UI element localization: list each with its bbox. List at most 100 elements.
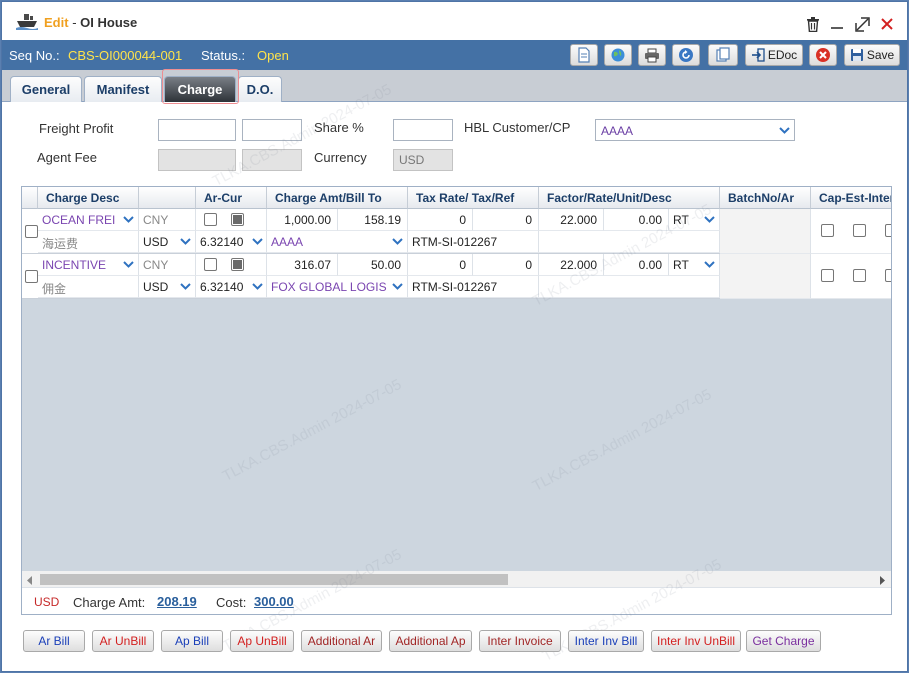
hbl-customer-select[interactable]: AAAA (595, 119, 795, 141)
ar-checked-checkbox[interactable] (231, 258, 244, 271)
ar-checkbox[interactable] (204, 258, 217, 271)
reference[interactable]: RTM-SI-012267 (408, 231, 539, 253)
description-cell[interactable] (539, 276, 720, 298)
currency-label: Currency (314, 150, 367, 165)
cost-label: Cost: (216, 595, 247, 610)
chevron-down-icon[interactable] (176, 233, 194, 249)
document-icon (578, 47, 590, 63)
bill-currency-select[interactable]: USD (139, 276, 196, 298)
cost-value[interactable]: 300.00 (254, 594, 294, 609)
reference[interactable]: RTM-SI-012267 (408, 276, 539, 298)
ap-unbill-button[interactable]: Ap UnBill (230, 630, 294, 652)
ship-icon (16, 14, 38, 30)
cap-checkbox[interactable] (821, 224, 834, 237)
save-button[interactable]: Save (844, 44, 900, 66)
charge-select[interactable]: OCEAN FREI (38, 209, 139, 231)
description-cell[interactable] (539, 231, 720, 253)
inter-inv-unbill-button[interactable]: Inter Inv UnBill (651, 630, 741, 652)
close-icon[interactable] (878, 15, 896, 33)
inter-checkbox[interactable] (885, 224, 891, 237)
ap-bill-button[interactable]: Ap Bill (161, 630, 223, 652)
cap-checkbox[interactable] (821, 269, 834, 282)
exchange-rate-value: 6.32140 (200, 280, 244, 294)
inter-inv-bill-button[interactable]: Inter Inv Bill (568, 630, 644, 652)
ar-unbill-button[interactable]: Ar UnBill (92, 630, 154, 652)
minimize-icon[interactable] (828, 15, 846, 33)
cancel-button[interactable] (809, 44, 837, 66)
freight-profit-field-1[interactable] (158, 119, 236, 141)
exchange-rate-select[interactable]: 6.32140 (196, 276, 267, 298)
tax-value[interactable]: 0 (473, 209, 539, 231)
bill-currency-select[interactable]: USD (139, 231, 196, 253)
chevron-down-icon[interactable] (700, 256, 718, 272)
charge-amount[interactable]: 1,000.00 (267, 209, 338, 231)
additional-ar-button[interactable]: Additional Ar (301, 630, 382, 652)
est-checkbox[interactable] (853, 224, 866, 237)
ar-bill-button[interactable]: Ar Bill (23, 630, 85, 652)
unit-rate[interactable]: 0.00 (604, 254, 669, 276)
scrollbar-thumb[interactable] (40, 574, 508, 585)
bill-amount[interactable]: 158.19 (338, 209, 408, 231)
ar-cur-checkbox-cell (196, 209, 267, 231)
bill-to-select[interactable]: AAAA (267, 231, 408, 253)
edoc-button[interactable]: EDoc (745, 44, 803, 66)
est-checkbox[interactable] (853, 269, 866, 282)
ar-checkbox[interactable] (204, 213, 217, 226)
inter-invoice-button[interactable]: Inter Invoice (479, 630, 561, 652)
row-select-checkbox[interactable] (25, 225, 38, 238)
additional-ap-button[interactable]: Additional Ap (389, 630, 472, 652)
scroll-left-icon[interactable] (27, 574, 33, 588)
batch-cell (720, 254, 811, 299)
col-charge-amt: Charge Amt/Bill To (267, 187, 408, 209)
table-row[interactable]: OCEAN FREI 海运费 CNY USD 6.32140 1,000.00 … (22, 209, 891, 254)
bill-amount[interactable]: 50.00 (338, 254, 408, 276)
charge-amount[interactable]: 316.07 (267, 254, 338, 276)
factor[interactable]: 22.000 (539, 209, 604, 231)
exchange-rate-select[interactable]: 6.32140 (196, 231, 267, 253)
chevron-down-icon[interactable] (248, 278, 266, 294)
refresh-button[interactable] (672, 44, 700, 66)
unit-select[interactable]: RT (669, 254, 720, 276)
tab-manifest[interactable]: Manifest (84, 76, 162, 102)
tax-value[interactable]: 0 (473, 254, 539, 276)
tab-charge[interactable]: Charge (164, 76, 236, 102)
chevron-down-icon[interactable] (176, 278, 194, 294)
bill-currency-value: USD (143, 235, 169, 249)
horizontal-scrollbar[interactable] (22, 571, 891, 587)
maximize-icon[interactable] (853, 15, 871, 33)
chevron-down-icon[interactable] (119, 211, 137, 227)
tax-rate[interactable]: 0 (408, 209, 473, 231)
tab-do[interactable]: D.O. (238, 76, 282, 102)
cancel-icon (816, 48, 830, 62)
ar-checked-checkbox[interactable] (231, 213, 244, 226)
row-select-checkbox[interactable] (25, 270, 38, 283)
table-row[interactable]: INCENTIVE 佣金 CNY USD 6.32140 316.07 50.0… (22, 254, 891, 299)
ar-cur-checkbox-cell (196, 254, 267, 276)
tab-general[interactable]: General (10, 76, 82, 102)
print-button[interactable] (638, 44, 666, 66)
trash-icon[interactable] (804, 15, 822, 33)
agent-fee-field-1 (158, 149, 236, 171)
document-button[interactable] (570, 44, 598, 66)
bill-to-select[interactable]: FOX GLOBAL LOGIS (267, 276, 408, 298)
factor[interactable]: 22.000 (539, 254, 604, 276)
globe-button[interactable] (604, 44, 632, 66)
chevron-down-icon[interactable] (388, 233, 406, 249)
window-title: Edit - OI House (44, 15, 137, 30)
freight-profit-field-2[interactable] (242, 119, 302, 141)
charge-select[interactable]: INCENTIVE (38, 254, 139, 276)
chevron-down-icon[interactable] (776, 123, 792, 137)
scroll-right-icon[interactable] (880, 574, 886, 588)
get-charge-button[interactable]: Get Charge (746, 630, 821, 652)
chevron-down-icon[interactable] (248, 233, 266, 249)
inter-checkbox[interactable] (885, 269, 891, 282)
tax-rate[interactable]: 0 (408, 254, 473, 276)
share-field[interactable] (393, 119, 453, 141)
charge-amt-value[interactable]: 208.19 (157, 594, 197, 609)
chevron-down-icon[interactable] (700, 211, 718, 227)
unit-select[interactable]: RT (669, 209, 720, 231)
copy-button[interactable] (708, 44, 738, 66)
unit-rate[interactable]: 0.00 (604, 209, 669, 231)
chevron-down-icon[interactable] (388, 278, 406, 294)
chevron-down-icon[interactable] (119, 256, 137, 272)
